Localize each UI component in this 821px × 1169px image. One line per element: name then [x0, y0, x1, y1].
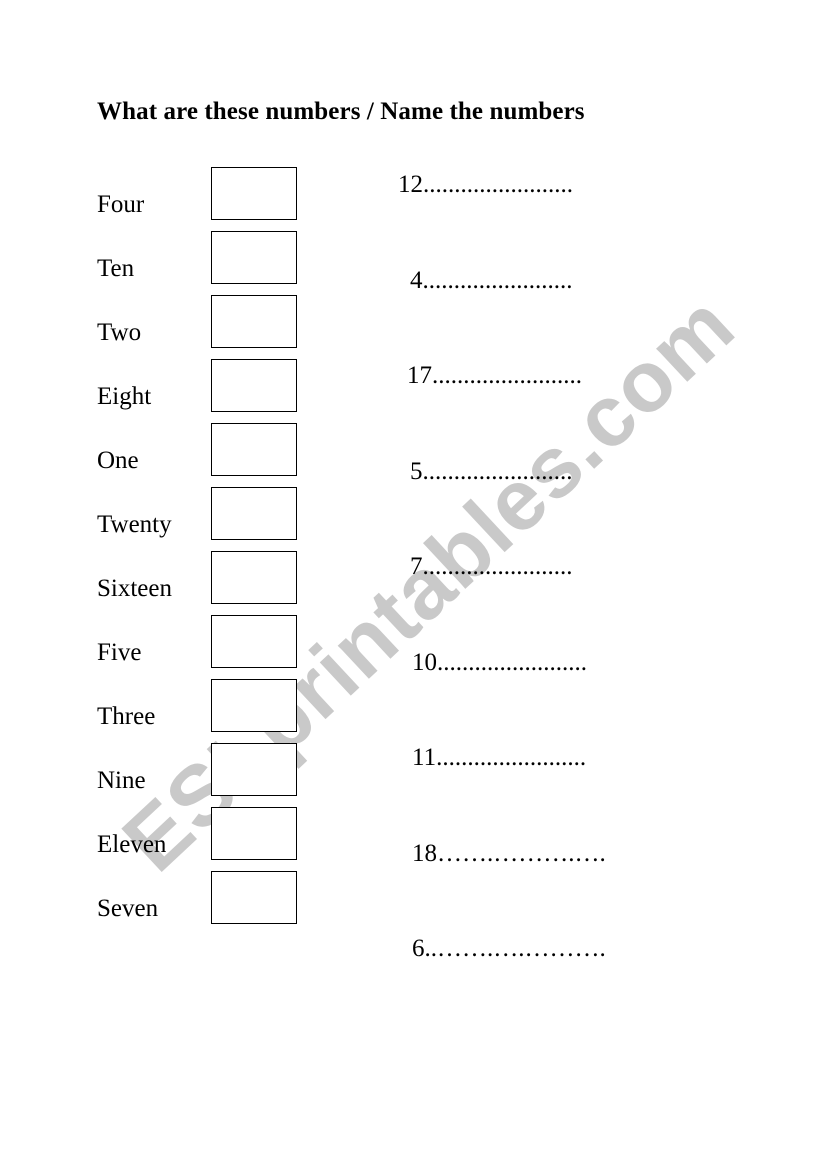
word-label: Four	[97, 191, 145, 218]
word-label: Nine	[97, 767, 146, 794]
word-row: Eleven	[97, 806, 312, 870]
word-row: Nine	[97, 742, 312, 806]
word-label: Five	[97, 639, 142, 666]
answer-line[interactable]: …….……….….	[437, 841, 606, 866]
answer-line[interactable]: ..…….….……….	[425, 936, 606, 961]
number-row: 11........................	[398, 737, 698, 833]
answer-box[interactable]	[211, 871, 297, 924]
answer-box[interactable]	[211, 679, 297, 732]
answer-line[interactable]: ........................	[437, 650, 587, 675]
number-row: 10........................	[398, 642, 698, 738]
number-row: 18…….……….….	[398, 833, 698, 929]
word-label: Two	[97, 319, 142, 346]
answer-line[interactable]: ........................	[423, 268, 573, 293]
word-list: Four Ten Two Eight One Twenty Sixteen Five Three…	[97, 166, 312, 934]
answer-box[interactable]	[211, 423, 297, 476]
number-value: 18	[412, 839, 437, 867]
answer-box[interactable]	[211, 551, 297, 604]
answer-line[interactable]: ........................	[432, 363, 582, 388]
word-row: Two	[97, 294, 312, 358]
number-value: 5	[410, 457, 423, 485]
word-row: Ten	[97, 230, 312, 294]
worksheet-page: ESLprintables.com What are these numbers…	[0, 0, 821, 1169]
number-row: 6..…….….……….	[398, 928, 698, 1024]
word-row: Five	[97, 614, 312, 678]
word-row: Twenty	[97, 486, 312, 550]
number-row: 4........................	[398, 260, 698, 356]
word-row: Three	[97, 678, 312, 742]
answer-box[interactable]	[211, 615, 297, 668]
word-label: Ten	[97, 255, 135, 282]
number-row: 12 ........................	[398, 164, 698, 260]
answer-line[interactable]: ........................	[423, 554, 573, 579]
answer-box[interactable]	[211, 743, 297, 796]
number-value: 10	[412, 648, 437, 676]
word-row: Sixteen	[97, 550, 312, 614]
word-label: Eight	[97, 383, 152, 410]
answer-box[interactable]	[211, 807, 297, 860]
answer-line[interactable]: ........................	[423, 172, 573, 197]
answer-box[interactable]	[211, 359, 297, 412]
word-label: Twenty	[97, 511, 172, 538]
number-value: 12	[398, 171, 423, 198]
answer-line[interactable]: ........................	[436, 745, 586, 770]
number-value: 4	[410, 266, 423, 294]
word-row: Four	[97, 166, 312, 230]
number-value: 6	[412, 935, 425, 962]
answer-box[interactable]	[211, 487, 297, 540]
word-label: Seven	[97, 895, 159, 922]
number-list: 12 ........................ 4............…	[398, 164, 698, 1024]
word-row: Eight	[97, 358, 312, 422]
answer-box[interactable]	[211, 295, 297, 348]
number-value: 7	[410, 553, 423, 580]
word-label: Sixteen	[97, 575, 172, 602]
page-title: What are these numbers / Name the number…	[97, 98, 585, 125]
word-label: One	[97, 447, 139, 474]
word-row: Seven	[97, 870, 312, 934]
answer-box[interactable]	[211, 231, 297, 284]
number-row: 7........................	[398, 546, 698, 642]
word-label: Eleven	[97, 831, 167, 858]
word-row: One	[97, 422, 312, 486]
number-row: 5........................	[398, 451, 698, 547]
number-value: 17	[407, 362, 432, 389]
answer-box[interactable]	[211, 167, 297, 220]
answer-line[interactable]: ........................	[423, 459, 573, 484]
word-label: Three	[97, 703, 156, 730]
number-value: 11	[412, 744, 437, 771]
number-row: 17........................	[398, 355, 698, 451]
